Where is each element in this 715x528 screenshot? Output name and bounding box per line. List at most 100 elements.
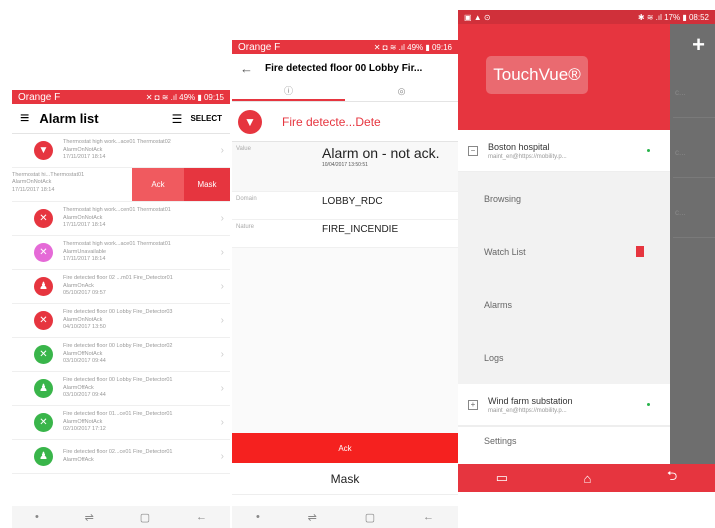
status-left-icons: ▣ ▲ ⊙ — [464, 12, 491, 22]
alarm-title: Fire detected floor 00 Lobby Fire_Detect… — [63, 377, 173, 384]
value-date: 10/04/2017 13:50:51 — [322, 162, 368, 169]
alarm-text: Fire detected floor 01...ce01 Fire_Detec… — [63, 411, 221, 433]
alarm-title: Fire detected floor 02 ...m01 Fire_Detec… — [63, 275, 173, 282]
chevron-right-icon: › — [220, 281, 224, 292]
select-button[interactable]: SELECT — [190, 114, 222, 123]
alarm-list-item[interactable]: ♟ Fire detected floor 02...ce01 Fire_Dete… — [12, 440, 230, 474]
app-bar: ← Fire detected floor 00 Lobby Fir... — [232, 54, 458, 82]
menu-item-browsing[interactable]: Browsing — [458, 172, 670, 225]
chevron-right-icon: › — [220, 417, 224, 428]
settings-item[interactable]: Settings — [458, 426, 670, 454]
online-status-icon — [647, 403, 650, 406]
swiped-alarm-row[interactable]: Thermostat hi...Thermostat01 AlarmOnNotA… — [12, 168, 230, 202]
site-item-wind-farm[interactable]: + Wind farm substation maint_en@https://… — [458, 384, 670, 426]
phone-nav-drawer: ▣ ▲ ⊙ ✱ ≋ .ıl 17% ▮ 08:52 + c... c... c.… — [458, 10, 715, 492]
alarm-list-item[interactable]: ✕ Thermostat high work...ace01 Thermostat… — [12, 236, 230, 270]
alarm-list-item[interactable]: ♟ Fire detected floor 00 Lobby Fire_Detec… — [12, 372, 230, 406]
recent-apps-icon[interactable]: ⇌ — [308, 511, 317, 524]
alarm-date: 03/10/2017 09:44 — [63, 358, 106, 365]
eye-icon: ◎ — [397, 86, 406, 96]
site-name: Boston hospital — [488, 141, 550, 152]
ack-button[interactable]: Ack — [232, 433, 458, 463]
chevron-right-icon: › — [220, 145, 224, 156]
alarm-status-icon: ✕ — [34, 413, 53, 432]
domain-property: Domain LOBBY_RDC — [232, 192, 458, 220]
chevron-right-icon: › — [220, 213, 224, 224]
alarm-header: ▼ Fire detecte...Dete — [232, 102, 458, 142]
add-icon[interactable]: + — [692, 32, 705, 58]
back-arrow-icon[interactable]: ← — [240, 61, 253, 76]
background-list-item: c... — [673, 190, 715, 238]
menu-label: Browsing — [484, 193, 522, 204]
alarm-date: 17/11/2017 18:14 — [63, 256, 106, 263]
menu-item-watch-list[interactable]: Watch List — [458, 225, 670, 278]
alarm-text: Fire detected floor 00 Lobby Fire_Detect… — [63, 377, 221, 399]
alarm-text: Thermostat high work...ace01 Thermostat0… — [63, 139, 221, 161]
alarm-list-item[interactable]: ♟ Fire detected floor 02 ...m01 Fire_Dete… — [12, 270, 230, 304]
menu-label: Watch List — [484, 246, 526, 257]
alarm-date: 02/10/2017 17:12 — [63, 426, 106, 433]
property-value: Alarm on - not ack. 10/04/2017 13:50:51 — [322, 142, 458, 191]
alarm-list-item[interactable]: ✕ Thermostat high work...cen01 Thermostat… — [12, 202, 230, 236]
alarm-title: Thermostat high work...cen01 Thermostat0… — [63, 207, 171, 214]
background-list-item: c... — [673, 70, 715, 118]
android-nav-bar: • ⇌ ▢ ← — [232, 506, 458, 528]
collapse-icon[interactable]: − — [468, 145, 478, 156]
hamburger-menu-icon[interactable]: ≡ — [20, 110, 29, 128]
phone-alarm-detail: Orange F ✕ ◘ ≋ .ıl 49% ▮ 09:16 ← Fire de… — [232, 40, 458, 528]
menu-label: Logs — [484, 352, 504, 363]
value-property: Value Alarm on - not ack. 10/04/2017 13:… — [232, 142, 458, 192]
nav-dot-icon[interactable]: • — [256, 511, 260, 523]
site-text: Boston hospital maint_en@https://mobilit… — [488, 142, 647, 160]
mask-button[interactable]: Mask — [232, 463, 458, 495]
alarm-text: Thermostat high work...cen01 Thermostat0… — [63, 207, 221, 229]
nature-property: Nature FIRE_INCENDIE — [232, 220, 458, 248]
home-icon[interactable]: ▢ — [365, 511, 375, 524]
back-icon[interactable]: ⮌ — [667, 467, 677, 489]
alarm-list-item[interactable]: ✕ Fire detected floor 00 Lobby Fire_Detec… — [12, 338, 230, 372]
site-name: Wind farm substation — [488, 395, 573, 406]
home-icon[interactable]: ⌂ — [584, 471, 592, 486]
online-status-icon — [647, 149, 650, 152]
alarm-date: 17/11/2017 18:14 — [12, 186, 55, 193]
alarm-list-item[interactable]: ✕ Fire detected floor 00 Lobby Fire_Detec… — [12, 304, 230, 338]
tab-view[interactable]: ◎ — [345, 82, 458, 101]
ack-button[interactable]: Ack — [132, 168, 184, 201]
alarm-date: 17/11/2017 18:14 — [63, 154, 106, 161]
site-item-boston[interactable]: − Boston hospital maint_en@https://mobil… — [458, 130, 670, 172]
expand-icon[interactable]: + — [468, 399, 478, 410]
alarm-date: 05/10/2017 09:57 — [63, 290, 106, 297]
site-text: Wind farm substation maint_en@https://mo… — [488, 396, 647, 414]
status-bar: Orange F ✕ ◘ ≋ .ıl 49% ▮ 09:16 — [232, 40, 458, 54]
alarm-status-icon: ▼ — [34, 141, 53, 160]
home-icon[interactable]: ▢ — [140, 511, 150, 524]
back-icon[interactable]: ← — [196, 511, 207, 523]
alarm-title: Fire detected floor 01...ce01 Fire_Detec… — [63, 411, 173, 418]
status-icons: ✕ ◘ ≋ .ıl 49% ▮ 09:15 — [145, 92, 224, 102]
alarm-status-icon: ♟ — [34, 277, 53, 296]
menu-item-logs[interactable]: Logs — [458, 331, 670, 384]
phone-alarm-list: Orange F ✕ ◘ ≋ .ıl 49% ▮ 09:15 ≡ Alarm l… — [12, 90, 230, 528]
back-icon[interactable]: ← — [423, 511, 434, 523]
tab-info[interactable]: ⓘ — [232, 82, 345, 101]
alarm-text: Thermostat hi...Thermostat01 AlarmOnNotA… — [12, 168, 132, 201]
mask-button[interactable]: Mask — [184, 168, 230, 201]
alarm-list-item[interactable]: ▼ Thermostat high work...ace01 Thermosta… — [12, 134, 230, 168]
nav-dot-icon[interactable]: • — [35, 511, 39, 523]
alarm-text: Fire detected floor 02 ...m01 Fire_Detec… — [63, 275, 221, 297]
value-text: Alarm on - not ack. — [322, 145, 440, 161]
menu-item-alarms[interactable]: Alarms — [458, 278, 670, 331]
alarm-status-icon: ♟ — [34, 447, 53, 466]
bookmark-icon — [636, 246, 644, 257]
recent-apps-icon[interactable]: ▭ — [496, 470, 508, 486]
site-user: maint_en@https://mobility.p... — [488, 407, 567, 414]
bottom-nav-bar: ▭ ⌂ ⮌ — [458, 464, 715, 492]
recent-apps-icon[interactable]: ⇌ — [85, 511, 94, 524]
alarm-status-icon: ✕ — [34, 243, 53, 262]
page-title: Fire detected floor 00 Lobby Fir... — [265, 62, 423, 74]
alarm-list-item[interactable]: ✕ Fire detected floor 01...ce01 Fire_Dete… — [12, 406, 230, 440]
filter-icon[interactable]: ☰ — [172, 112, 183, 126]
status-bar: ▣ ▲ ⊙ ✱ ≋ .ıl 17% ▮ 08:52 — [458, 10, 715, 24]
status-icons: ✕ ◘ ≋ .ıl 49% ▮ 09:16 — [373, 42, 452, 52]
detail-empty-area — [232, 248, 458, 433]
